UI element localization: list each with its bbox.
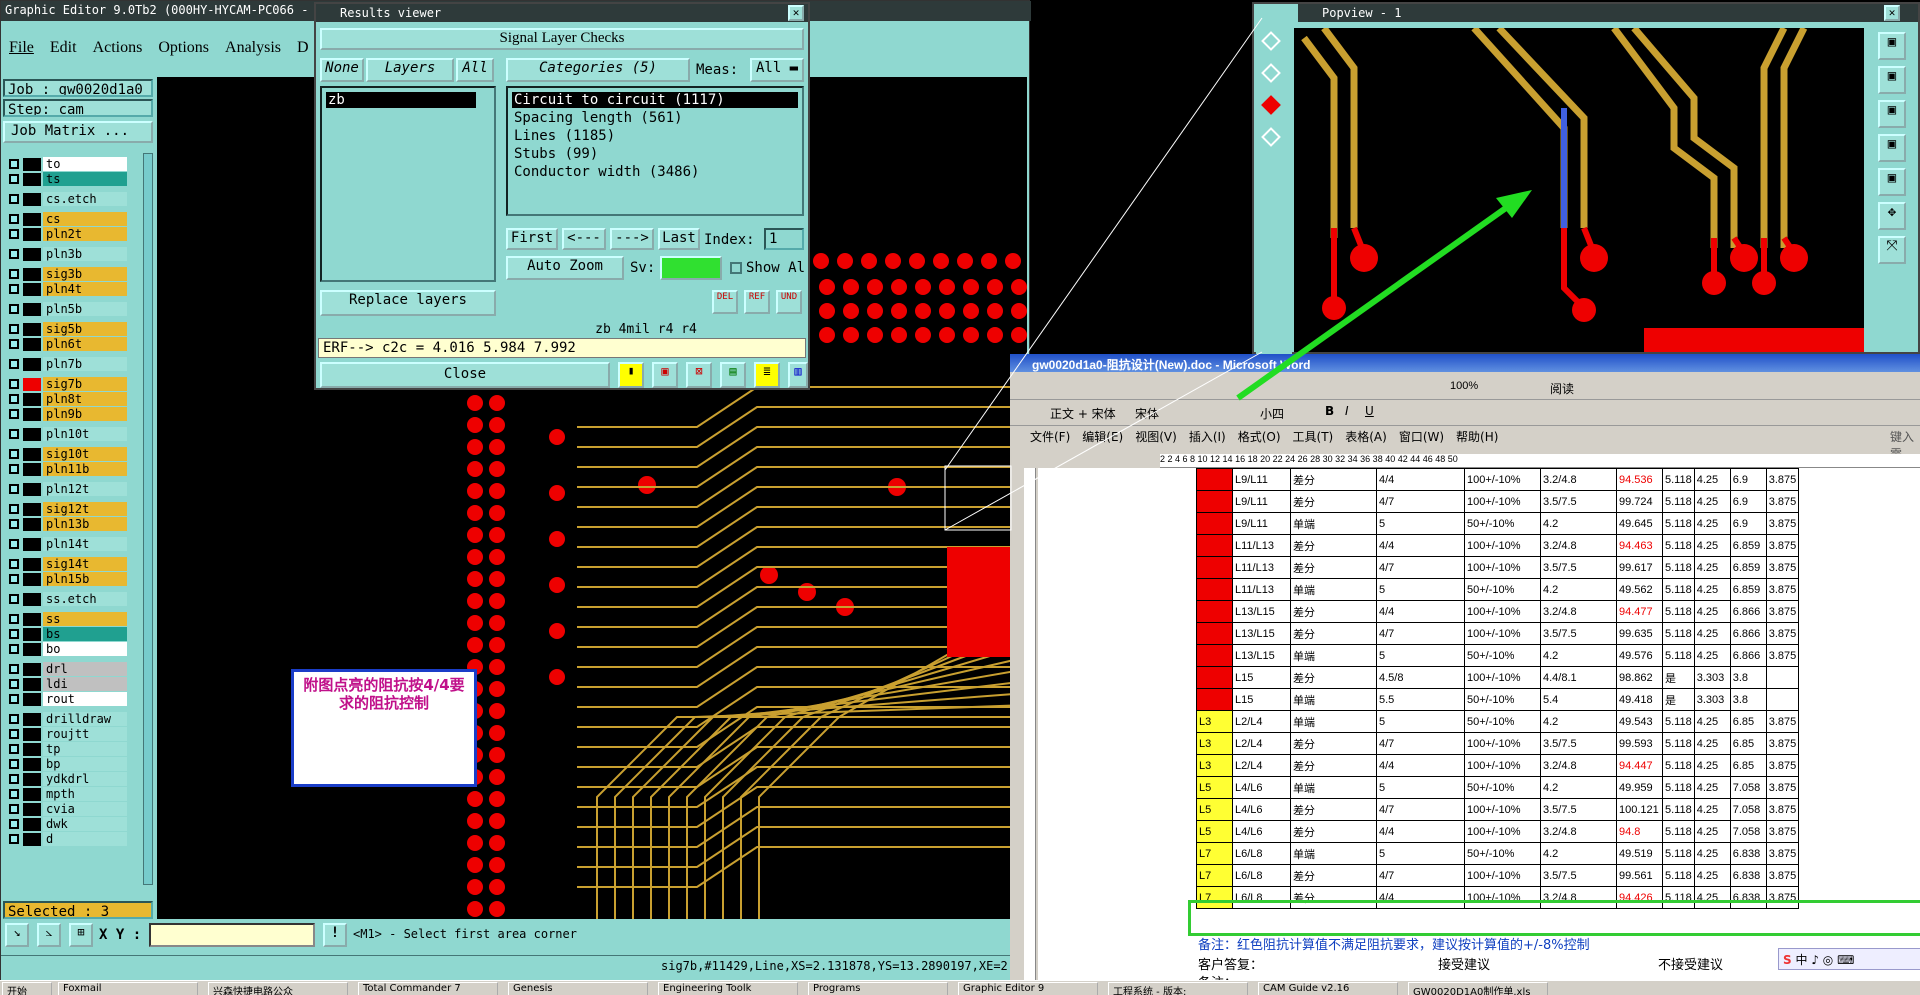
zoom-connector-line (944, 351, 1263, 531)
taskbar: 开始 Foxmail 兴森快捷电路公众 Total Commander 7 Genesi… (0, 980, 1920, 995)
taskbar-item[interactable]: Graphic Editor 9 (958, 982, 1098, 995)
start-button[interactable]: 开始 (2, 982, 52, 995)
taskbar-item[interactable]: Programs (808, 982, 948, 995)
green-arrow-line (1236, 195, 1522, 401)
taskbar-item[interactable]: Engineering Toolk (658, 982, 798, 995)
overlay-arrows (944, 17, 1532, 531)
taskbar-item[interactable]: Genesis (508, 982, 648, 995)
zoom-connector-line (944, 17, 1263, 471)
taskbar-item[interactable]: Foxmail (58, 982, 198, 995)
taskbar-item[interactable]: GW0020D1A0制作单.xls (1408, 982, 1548, 995)
taskbar-item[interactable]: 工程系统 - 版本: (1108, 982, 1248, 995)
taskbar-item[interactable]: CAM Guide v2.16 (1258, 982, 1398, 995)
taskbar-item[interactable]: 兴森快捷电路公众 (208, 982, 348, 995)
taskbar-item[interactable]: Total Commander 7 (358, 982, 498, 995)
